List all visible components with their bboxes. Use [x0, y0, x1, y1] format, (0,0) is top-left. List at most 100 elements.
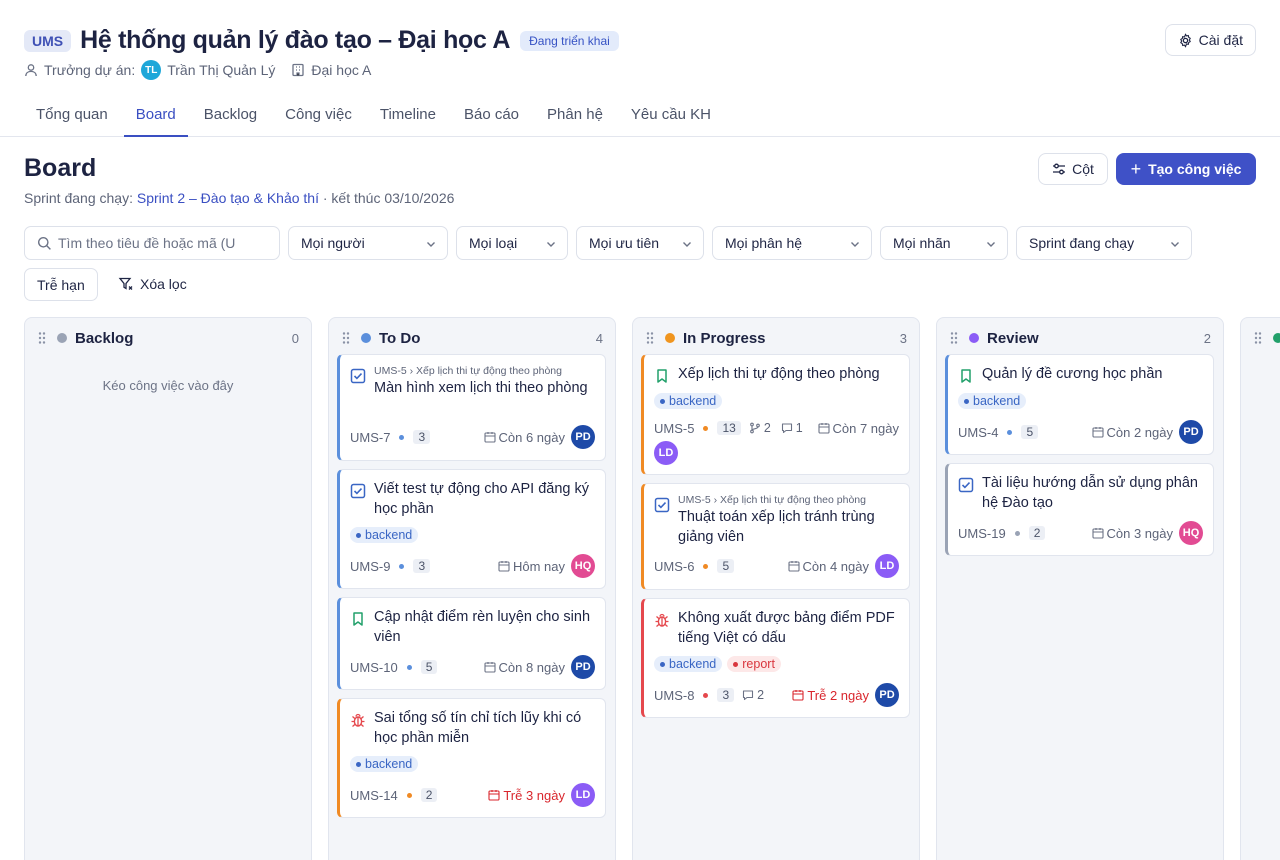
avatar[interactable]: PD — [571, 655, 595, 679]
avatar[interactable]: LD — [875, 554, 899, 578]
task-card[interactable]: Quản lý đề cương học phần backend UMS-4 … — [945, 354, 1214, 455]
story-points: 3 — [717, 688, 735, 702]
task-title: Màn hình xem lịch thi theo phòng — [374, 380, 588, 396]
story-points: 5 — [1021, 425, 1039, 439]
drag-handle-icon[interactable] — [1253, 331, 1263, 345]
tag-backend[interactable]: backend — [958, 393, 1027, 409]
due-label: Trễ 2 ngày — [807, 687, 869, 703]
calendar-icon — [1091, 427, 1104, 438]
task-card[interactable]: UMS-5 › Xếp lịch thi tự động theo phòng … — [641, 483, 910, 590]
tab-tasks[interactable]: Công việc — [273, 96, 364, 137]
avatar[interactable]: LD — [571, 783, 595, 807]
column-title: In Progress — [683, 329, 766, 347]
task-card[interactable]: Cập nhật điểm rèn luyện cho sinh viên UM… — [337, 597, 606, 690]
avatar[interactable]: PD — [571, 425, 595, 449]
column-color-dot — [57, 333, 67, 343]
column-color-dot — [1273, 333, 1280, 343]
subtask-count: 2 — [749, 421, 771, 435]
filter-module[interactable]: Mọi phân hệ — [712, 226, 872, 260]
avatar[interactable]: PD — [1179, 420, 1203, 444]
overdue-filter-button[interactable]: Trễ hạn — [24, 268, 98, 301]
board-column-backlog: Backlog 0 Kéo công việc vào đây — [24, 317, 312, 860]
tab-requests[interactable]: Yêu cầu KH — [619, 96, 723, 137]
sprint-link[interactable]: Sprint 2 – Đào tạo & Khảo thí — [137, 190, 319, 206]
avatar[interactable]: HQ — [571, 554, 595, 578]
columns-button[interactable]: Cột — [1038, 153, 1108, 185]
due-label: Trễ 3 ngày — [503, 787, 565, 803]
filter-type[interactable]: Mọi loại — [456, 226, 568, 260]
task-card[interactable]: Tài liệu hướng dẫn sử dụng phân hệ Đào t… — [945, 463, 1214, 556]
column-color-dot — [665, 333, 675, 343]
task-tags: backend — [654, 393, 727, 409]
task-key: UMS-14 — [350, 787, 398, 803]
calendar-icon — [1091, 528, 1104, 539]
drag-handle-icon[interactable] — [341, 331, 351, 345]
filter-sprint[interactable]: Sprint đang chạy — [1016, 226, 1192, 260]
due-label: Còn 2 ngày — [1106, 424, 1174, 440]
priority-dot — [703, 563, 709, 569]
calendar-icon — [498, 561, 510, 572]
task-card[interactable]: Viết test tự động cho API đăng ký học ph… — [337, 469, 606, 589]
filter-priority-label: Mọi ưu tiên — [589, 235, 660, 251]
search-placeholder: Tìm theo tiêu đề hoặc mã (U — [58, 235, 236, 251]
task-card[interactable]: Sai tổng số tín chỉ tích lũy khi có học … — [337, 698, 606, 818]
story-points: 5 — [420, 660, 438, 674]
task-key: UMS-9 — [350, 558, 391, 574]
filter-label[interactable]: Mọi nhãn — [880, 226, 1008, 260]
task-card[interactable]: UMS-5 › Xếp lịch thi tự động theo phòng … — [337, 354, 606, 461]
due-date: Còn 4 ngày — [787, 559, 869, 574]
story-points: 2 — [1028, 526, 1046, 540]
due-label: Còn 6 ngày — [498, 429, 566, 445]
task-key: UMS-19 — [958, 525, 1006, 541]
story-points: 3 — [413, 559, 431, 573]
due-label: Còn 7 ngày — [832, 420, 900, 436]
story-points: 13 — [717, 421, 741, 435]
search-input[interactable]: Tìm theo tiêu đề hoặc mã (U — [24, 226, 280, 260]
task-card[interactable]: Không xuất được bảng điểm PDF tiếng Việt… — [641, 598, 910, 718]
priority-dot — [399, 563, 405, 569]
comment-number: 1 — [795, 421, 803, 435]
column-count: 3 — [899, 330, 907, 346]
create-task-button[interactable]: + Tạo công việc — [1116, 153, 1256, 185]
priority-dot — [1014, 530, 1020, 536]
sprint-end: · kết thúc 03/10/2026 — [322, 190, 455, 206]
tag-backend[interactable]: backend — [350, 756, 419, 772]
drag-handle-icon[interactable] — [949, 331, 959, 345]
column-header: To Do 4 — [341, 328, 603, 348]
drag-handle-icon[interactable] — [645, 331, 655, 345]
priority-dot — [703, 425, 709, 431]
tab-timeline[interactable]: Timeline — [368, 96, 448, 137]
filter-people-label: Mọi người — [301, 235, 365, 251]
due-date: Còn 6 ngày — [483, 429, 566, 445]
task-key: UMS-10 — [350, 659, 398, 675]
column-count: 4 — [595, 330, 603, 346]
avatar[interactable]: HQ — [1179, 521, 1203, 545]
task-checkbox-icon — [958, 477, 974, 493]
tab-reports[interactable]: Báo cáo — [452, 96, 531, 137]
story-bookmark-icon — [961, 369, 971, 383]
project-title-row: UMS Hệ thống quản lý đào tạo – Đại học A… — [24, 26, 619, 55]
tag-backend[interactable]: backend — [350, 527, 419, 543]
empty-drop-hint: Kéo công việc vào đây — [102, 378, 234, 393]
tag-backend[interactable]: backend — [654, 656, 723, 672]
tab-overview[interactable]: Tổng quan — [24, 96, 120, 137]
clear-filters-button[interactable]: Xóa lọc — [118, 276, 187, 292]
tab-modules[interactable]: Phân hệ — [535, 96, 615, 137]
status-badge: Đang triển khai — [520, 30, 619, 51]
task-card[interactable]: Xếp lịch thi tự động theo phòng backend … — [641, 354, 910, 475]
due-date: Còn 3 ngày — [1091, 526, 1173, 541]
avatar[interactable]: PD — [875, 683, 899, 707]
settings-button[interactable]: Cài đặt — [1164, 24, 1256, 56]
drag-handle-icon[interactable] — [37, 331, 47, 345]
tab-board[interactable]: Board — [123, 96, 188, 137]
task-checkbox-icon — [350, 368, 366, 384]
task-key: UMS-8 — [654, 687, 695, 703]
tag-backend[interactable]: backend — [654, 393, 723, 409]
calendar-icon — [792, 690, 804, 701]
bug-icon — [351, 713, 365, 727]
tab-backlog[interactable]: Backlog — [192, 96, 269, 137]
filter-priority[interactable]: Mọi ưu tiên — [576, 226, 704, 260]
tag-report[interactable]: report — [727, 656, 781, 672]
filter-people[interactable]: Mọi người — [288, 226, 448, 260]
avatar[interactable]: LD — [654, 441, 678, 465]
